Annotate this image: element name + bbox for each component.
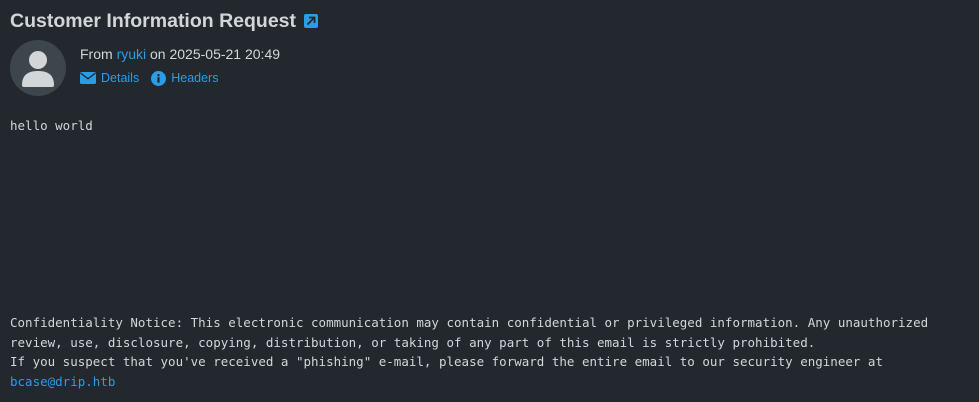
from-line: From ryuki on 2025-05-21 20:49 [80, 45, 280, 63]
info-circle-icon [151, 70, 167, 86]
security-email-link[interactable]: bcase@drip.htb [10, 374, 115, 389]
from-label: From [80, 46, 113, 62]
envelope-icon [80, 72, 96, 84]
details-link[interactable]: Details [80, 70, 139, 86]
message-subject-row: Customer Information Request [10, 8, 969, 34]
message-body: hello world [10, 118, 93, 133]
notice-line: If you suspect that you've received a "p… [10, 354, 883, 369]
message-date: 2025-05-21 20:49 [169, 46, 281, 62]
headers-link[interactable]: Headers [151, 70, 218, 86]
user-silhouette-icon [10, 40, 66, 96]
on-label: on [150, 46, 166, 62]
headers-label: Headers [171, 71, 219, 85]
notice-line: review, use, disclosure, copying, distri… [10, 334, 816, 350]
message-header: Customer Information Request From ryuki … [10, 8, 969, 96]
message-subject: Customer Information Request [10, 9, 297, 32]
message-actions: Details Headers [80, 70, 280, 86]
external-window-icon[interactable] [304, 14, 319, 28]
details-label: Details [101, 71, 140, 85]
confidentiality-notice: Confidentiality Notice: This electronic … [10, 313, 975, 391]
sender-info: From ryuki on 2025-05-21 20:49 Details H… [80, 40, 280, 96]
notice-line: Confidentiality Notice: This electronic … [10, 315, 929, 330]
message-meta: From ryuki on 2025-05-21 20:49 Details H… [10, 40, 280, 96]
sender-link[interactable]: ryuki [117, 46, 147, 62]
